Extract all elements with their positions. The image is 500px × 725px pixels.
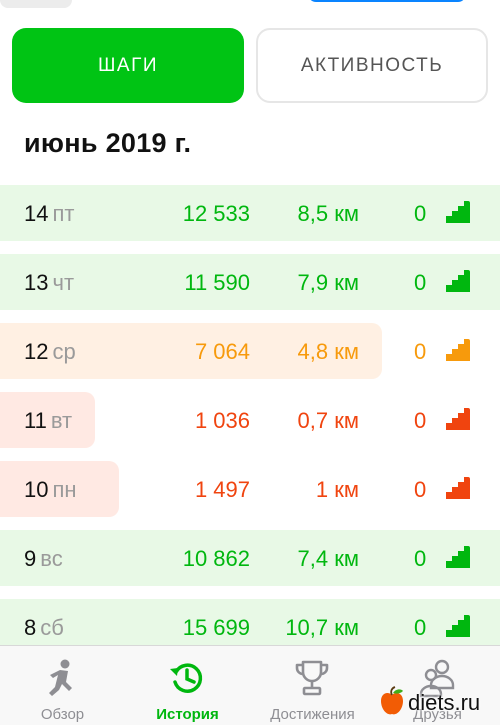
distance: 10,7 км	[285, 615, 359, 640]
stairs-count: 0	[414, 339, 427, 364]
weekday: пт	[52, 201, 75, 226]
day-number: 11	[24, 408, 47, 433]
distance: 1 км	[315, 477, 359, 502]
day-number: 14	[24, 201, 49, 226]
header-action-button[interactable]	[308, 0, 466, 2]
top-strip	[0, 0, 500, 14]
distance: 0,7 км	[297, 408, 359, 433]
history-row[interactable]: 14 пт 12 533 8,5 км 0	[0, 185, 500, 241]
running-person-icon	[49, 659, 72, 696]
history-row[interactable]: 13 чт 11 590 7,9 км 0	[0, 254, 500, 310]
day-number: 13	[24, 270, 49, 295]
stairs-icon	[446, 477, 470, 499]
back-button[interactable]	[0, 0, 72, 8]
step-count: 15 699	[182, 615, 250, 640]
stairs-icon	[446, 270, 470, 292]
stairs-icon	[446, 408, 470, 430]
day-label: 14 пт	[24, 201, 74, 227]
step-count: 1 036	[194, 408, 250, 433]
watermark-text: diets.ru	[408, 690, 481, 715]
day-number: 10	[24, 477, 49, 502]
nav-achievements[interactable]: Достижения	[250, 646, 375, 725]
nav-overview[interactable]: Обзор	[0, 646, 125, 725]
stairs-count: 0	[414, 408, 427, 433]
day-label: 10 пн	[24, 477, 77, 503]
watermark: diets.ru	[378, 686, 500, 722]
day-label: 11 вт	[24, 408, 72, 434]
stairs-count: 0	[414, 546, 427, 571]
day-label: 9 вс	[24, 546, 63, 572]
nav-history-label: История	[156, 706, 219, 723]
stairs-icon	[446, 201, 470, 223]
weekday: чт	[52, 270, 75, 295]
nav-achievements-label: Достижения	[270, 706, 355, 723]
day-number: 9	[24, 546, 37, 571]
stairs-icon	[446, 546, 470, 568]
weekday: вт	[50, 408, 73, 433]
day-label: 12 ср	[24, 339, 76, 365]
weekday: сб	[40, 615, 64, 640]
distance: 7,9 км	[297, 270, 359, 295]
distance: 4,8 км	[297, 339, 359, 364]
history-row[interactable]: 9 вс 10 862 7,4 км 0	[0, 530, 500, 586]
distance: 8,5 км	[297, 201, 359, 226]
weekday: вс	[40, 546, 63, 571]
stairs-count: 0	[414, 201, 427, 226]
stairs-count: 0	[414, 477, 427, 502]
step-count: 10 862	[182, 546, 250, 571]
distance: 7,4 км	[297, 546, 359, 571]
stairs-count: 0	[414, 615, 427, 640]
apple-logo-icon	[381, 686, 403, 715]
step-count: 11 590	[184, 270, 250, 295]
step-count: 1 497	[194, 477, 250, 502]
weekday: пн	[52, 477, 77, 502]
day-number: 8	[24, 615, 37, 640]
history-row[interactable]: 11 вт 1 036 0,7 км 0	[0, 392, 500, 448]
nav-history[interactable]: История	[125, 646, 250, 725]
history-clock-icon	[170, 663, 203, 693]
stairs-icon	[446, 615, 470, 637]
day-number: 12	[24, 339, 49, 364]
day-label: 8 сб	[24, 615, 64, 641]
step-count: 12 533	[182, 201, 250, 226]
nav-overview-label: Обзор	[40, 706, 85, 723]
weekday: ср	[52, 339, 76, 364]
day-label: 13 чт	[24, 270, 74, 296]
month-title: июнь 2019 г.	[24, 128, 192, 158]
step-count: 7 064	[194, 339, 250, 364]
stairs-icon	[446, 339, 470, 361]
history-row[interactable]: 12 ср 7 064 4,8 км 0	[0, 323, 500, 379]
history-row[interactable]: 10 пн 1 497 1 км 0	[0, 461, 500, 517]
tab-steps[interactable]: ШАГИ	[12, 28, 244, 103]
trophy-icon	[295, 660, 329, 696]
tab-activity[interactable]: АКТИВНОСТЬ	[256, 28, 488, 103]
stairs-count: 0	[414, 270, 427, 295]
